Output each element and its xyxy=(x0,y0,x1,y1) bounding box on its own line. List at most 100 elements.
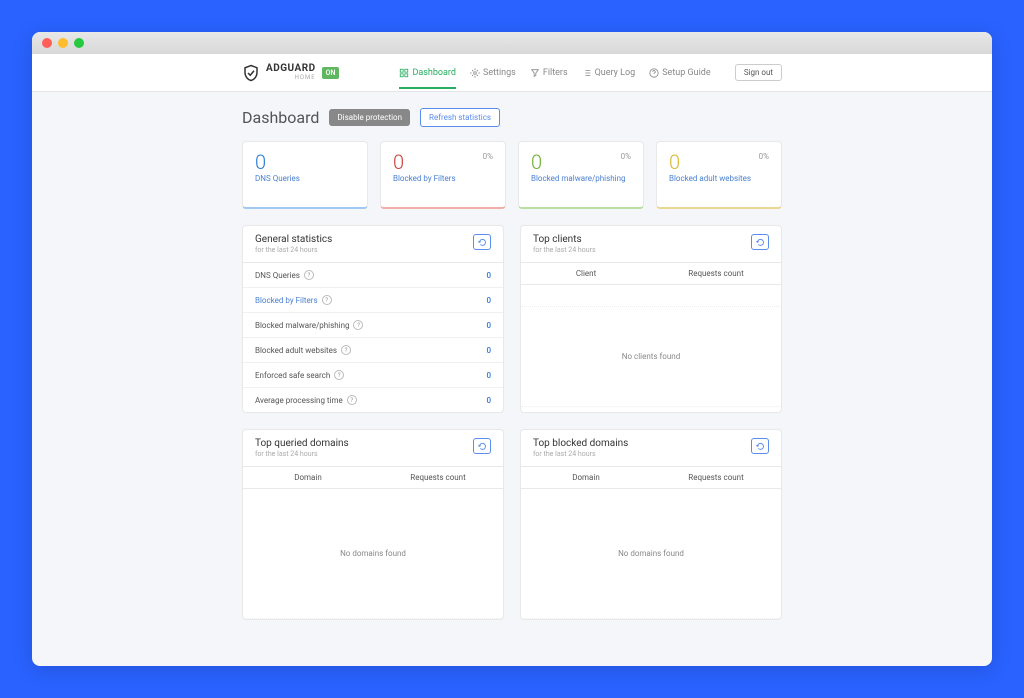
refresh-button[interactable] xyxy=(473,438,491,454)
panel-title: Top clients xyxy=(533,234,596,245)
panel-title: Top blocked domains xyxy=(533,438,628,449)
info-icon[interactable]: ? xyxy=(334,370,344,380)
row-label: Enforced safe search ? xyxy=(255,370,344,380)
stat-pct: 0% xyxy=(483,152,493,161)
close-window-icon[interactable] xyxy=(42,38,52,48)
refresh-button[interactable] xyxy=(751,234,769,250)
empty-message: No domains found xyxy=(340,549,406,558)
refresh-statistics-button[interactable]: Refresh statistics xyxy=(420,108,500,127)
top-queried-domains-panel: Top queried domains for the last 24 hour… xyxy=(242,429,504,620)
nav-label: Setup Guide xyxy=(662,68,710,78)
panel-sub: for the last 24 hours xyxy=(533,450,628,458)
table-body: No domains found xyxy=(243,489,503,619)
col-client: Client xyxy=(521,269,651,278)
stat-cards-row: 0DNS Queries0%0Blocked by Filters0%0Bloc… xyxy=(242,141,782,209)
gear-icon xyxy=(470,68,480,78)
stat-card-blocked-by-filters: 0%0 Blocked by Filters xyxy=(380,141,506,209)
content: Dashboard Disable protection Refresh sta… xyxy=(32,92,992,666)
stat-label[interactable]: Blocked adult websites xyxy=(669,174,769,183)
titlebar xyxy=(32,32,992,54)
nav-item-settings[interactable]: Settings xyxy=(470,58,516,88)
brand[interactable]: ADGUARD HOME ON xyxy=(242,64,339,82)
refresh-icon xyxy=(756,238,765,247)
panel-sub: for the last 24 hours xyxy=(255,450,349,458)
info-icon[interactable]: ? xyxy=(322,295,332,305)
nav-label: Dashboard xyxy=(412,68,456,78)
nav-label: Query Log xyxy=(595,68,636,78)
stat-value: 0 xyxy=(255,152,355,172)
refresh-icon xyxy=(478,442,487,451)
row-label: Blocked malware/phishing ? xyxy=(255,320,363,330)
col-domain: Domain xyxy=(521,473,651,482)
table-row: Average processing time ? 0 xyxy=(243,388,503,412)
brand-name: ADGUARD xyxy=(266,64,316,74)
row-value: 0 xyxy=(486,346,491,355)
table-head: Domain Requests count xyxy=(521,467,781,489)
stat-value: 0 xyxy=(393,152,493,172)
row-label: DNS Queries ? xyxy=(255,270,314,280)
shield-logo-icon xyxy=(242,64,260,82)
row-label[interactable]: Blocked by Filters ? xyxy=(255,295,332,305)
stat-label[interactable]: Blocked by Filters xyxy=(393,174,493,183)
top-blocked-domains-panel: Top blocked domains for the last 24 hour… xyxy=(520,429,782,620)
panel-title: General statistics xyxy=(255,234,332,245)
disable-protection-button[interactable]: Disable protection xyxy=(329,109,410,126)
panel-title: Top queried domains xyxy=(255,438,349,449)
stat-pct: 0% xyxy=(621,152,631,161)
maximize-window-icon[interactable] xyxy=(74,38,84,48)
refresh-button[interactable] xyxy=(473,234,491,250)
top-navbar: ADGUARD HOME ON Dashboard Settings Filters… xyxy=(32,54,992,92)
nav-item-query-log[interactable]: Query Log xyxy=(582,58,636,88)
stat-card-blocked-malware-phishing: 0%0 Blocked malware/phishing xyxy=(518,141,644,209)
nav-items: Dashboard Settings Filters Query Log Setup G… xyxy=(399,58,710,88)
status-badge: ON xyxy=(322,67,340,79)
signout-button[interactable]: Sign out xyxy=(735,64,782,81)
list-icon xyxy=(582,68,592,78)
row-value: 0 xyxy=(486,321,491,330)
row-value: 0 xyxy=(486,296,491,305)
panel-sub: for the last 24 hours xyxy=(533,246,596,254)
stat-card-dns-queries: 0 DNS Queries xyxy=(242,141,368,209)
col-requests: Requests count xyxy=(651,473,781,482)
refresh-icon xyxy=(756,442,765,451)
info-icon[interactable]: ? xyxy=(347,395,357,405)
row-value: 0 xyxy=(486,396,491,405)
stat-label[interactable]: Blocked malware/phishing xyxy=(531,174,631,183)
grid-icon xyxy=(399,68,409,78)
info-icon[interactable]: ? xyxy=(353,320,363,330)
filter-icon xyxy=(530,68,540,78)
nav-item-setup-guide[interactable]: Setup Guide xyxy=(649,58,710,88)
panel-sub: for the last 24 hours xyxy=(255,246,332,254)
table-row: Blocked by Filters ? 0 xyxy=(243,288,503,313)
brand-sub: HOME xyxy=(266,74,316,81)
nav-label: Filters xyxy=(543,68,568,78)
stat-card-blocked-adult-websites: 0%0Blocked adult websites xyxy=(656,141,782,209)
table-row: Blocked adult websites ? 0 xyxy=(243,338,503,363)
col-requests: Requests count xyxy=(373,473,503,482)
minimize-window-icon[interactable] xyxy=(58,38,68,48)
help-icon xyxy=(649,68,659,78)
col-requests: Requests count xyxy=(651,269,781,278)
empty-message: No domains found xyxy=(618,549,684,558)
col-domain: Domain xyxy=(243,473,373,482)
empty-message: No clients found xyxy=(622,352,680,361)
stat-value: 0 xyxy=(531,152,631,172)
nav-item-dashboard[interactable]: Dashboard xyxy=(399,58,456,89)
table-head: Client Requests count xyxy=(521,263,781,285)
info-icon[interactable]: ? xyxy=(304,270,314,280)
refresh-button[interactable] xyxy=(751,438,769,454)
table-row: Blocked malware/phishing ? 0 xyxy=(243,313,503,338)
page-title: Dashboard xyxy=(242,108,319,127)
row-label: Average processing time ? xyxy=(255,395,357,405)
page-header: Dashboard Disable protection Refresh sta… xyxy=(242,108,782,127)
stat-label[interactable]: DNS Queries xyxy=(255,174,355,183)
top-clients-panel: Top clients for the last 24 hours Client… xyxy=(520,225,782,413)
app-window: ADGUARD HOME ON Dashboard Settings Filters… xyxy=(32,32,992,666)
nav-label: Settings xyxy=(483,68,516,78)
stat-pct: 0% xyxy=(759,152,769,161)
table-row: DNS Queries ?0 xyxy=(243,263,503,288)
info-icon[interactable]: ? xyxy=(341,345,351,355)
row-label: Blocked adult websites ? xyxy=(255,345,351,355)
table-body: No domains found xyxy=(521,489,781,619)
nav-item-filters[interactable]: Filters xyxy=(530,58,568,88)
